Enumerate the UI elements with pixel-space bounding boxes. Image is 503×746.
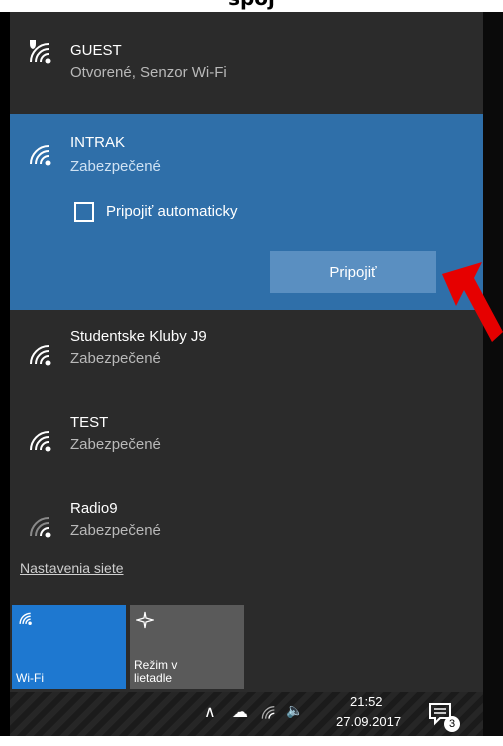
network-item-studentske-kluby[interactable]: Studentske Kluby J9 Zabezpečené (10, 322, 483, 402)
network-name: TEST (70, 414, 109, 431)
wifi-secured-icon (30, 345, 51, 366)
network-flyout: GUEST Otvorené, Senzor Wi-Fi INTRAK Zabe… (10, 12, 483, 692)
annotation-arrow (442, 262, 503, 342)
auto-connect-checkbox[interactable] (74, 202, 94, 222)
network-item-radio9[interactable]: Radio9 Zabezpečené (10, 494, 483, 546)
screenshot-caption: spoj (0, 0, 503, 12)
airplane-tile-label: Režim v lietadle (134, 658, 178, 685)
auto-connect-label: Pripojiť automaticky (106, 203, 238, 220)
clock-date[interactable]: 27.09.2017 (336, 714, 401, 729)
network-status: Zabezpečené (70, 350, 161, 367)
wifi-secured-icon (30, 145, 51, 166)
airplane-mode-tile[interactable]: Režim v lietadle (130, 605, 244, 689)
network-item-test[interactable]: TEST Zabezpečené (10, 408, 483, 488)
network-status: Zabezpečené (70, 522, 161, 539)
tray-wifi-icon[interactable] (260, 704, 278, 720)
network-item-intrak[interactable]: INTRAK Zabezpečené Pripojiť automaticky … (10, 114, 483, 310)
airplane-icon (136, 611, 154, 629)
network-settings-link[interactable]: Nastavenia siete (20, 560, 124, 576)
sync-cloud-icon[interactable]: ☁ (232, 702, 248, 746)
network-status: Zabezpečené (70, 436, 161, 453)
wifi-weak-icon (30, 517, 51, 538)
volume-icon[interactable]: 🔈 (286, 702, 303, 746)
network-name: INTRAK (70, 134, 126, 151)
wifi-tile-label: Wi-Fi (16, 671, 44, 685)
network-item-guest[interactable]: GUEST Otvorené, Senzor Wi-Fi (10, 12, 483, 102)
desktop-edge (483, 12, 503, 736)
network-name: Radio9 (70, 500, 118, 517)
wifi-open-icon (30, 40, 51, 64)
show-hidden-icons-chevron[interactable]: ∧ (204, 702, 216, 746)
network-status: Otvorené, Senzor Wi-Fi (70, 64, 227, 81)
wifi-secured-icon (30, 431, 51, 452)
taskbar: ∧ ☁ 🔈 21:52 27.09.2017 3 (10, 692, 483, 736)
network-name: Studentske Kluby J9 (70, 328, 207, 345)
notification-count-badge: 3 (444, 716, 460, 732)
wifi-icon (19, 612, 32, 625)
network-status: Zabezpečené (70, 158, 161, 175)
network-name: GUEST (70, 42, 122, 59)
wifi-toggle-tile[interactable]: Wi-Fi (12, 605, 126, 689)
clock-time[interactable]: 21:52 (350, 694, 383, 709)
connect-button[interactable]: Pripojiť (270, 251, 436, 293)
